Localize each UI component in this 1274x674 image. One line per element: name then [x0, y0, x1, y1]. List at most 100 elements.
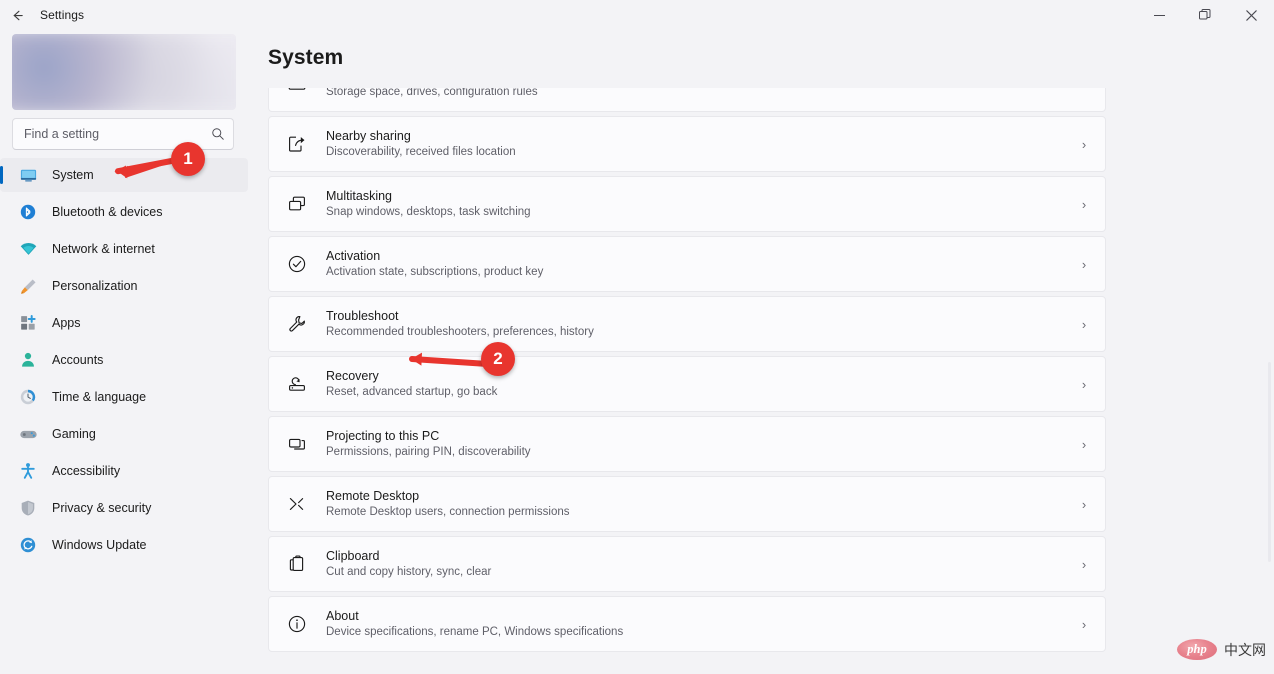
- check-circle-icon: [285, 252, 309, 276]
- settings-row-activation[interactable]: Activation Activation state, subscriptio…: [268, 236, 1106, 292]
- settings-row-text: Troubleshoot Recommended troubleshooters…: [326, 308, 1077, 340]
- sidebar-item-label: Accessibility: [52, 464, 121, 478]
- chevron-right-icon: ›: [1081, 616, 1087, 632]
- sidebar-item-label: Bluetooth & devices: [52, 205, 163, 219]
- settings-row-sub: Recommended troubleshooters, preferences…: [326, 326, 594, 338]
- chevron-right-icon: ›: [1081, 136, 1087, 152]
- monitor-icon: [17, 164, 39, 186]
- settings-row-title: Multitasking: [326, 189, 392, 203]
- main-content: Storage Storage space, drives, configura…: [248, 30, 1274, 674]
- sidebar-item-system[interactable]: System: [0, 158, 248, 192]
- settings-row-text: Multitasking Snap windows, desktops, tas…: [326, 188, 1077, 220]
- settings-row-sub: Snap windows, desktops, task switching: [326, 206, 531, 218]
- settings-row-title: About: [326, 609, 359, 623]
- settings-row-sub: Remote Desktop users, connection permiss…: [326, 506, 570, 518]
- sidebar-item-label: Privacy & security: [52, 501, 152, 515]
- settings-row-sub: Device specifications, rename PC, Window…: [326, 626, 624, 638]
- settings-row-clipboard[interactable]: Clipboard Cut and copy history, sync, cl…: [268, 536, 1106, 592]
- chevron-right-icon: ›: [1081, 496, 1087, 512]
- settings-row-text: Projecting to this PC Permissions, pairi…: [326, 428, 1077, 460]
- chevron-right-icon: ›: [1081, 376, 1087, 392]
- header-mask: [248, 30, 1274, 88]
- sidebar-item-label: Network & internet: [52, 242, 155, 256]
- settings-row-title: Nearby sharing: [326, 129, 411, 143]
- settings-row-title: Projecting to this PC: [326, 429, 440, 443]
- settings-row-title: Troubleshoot: [326, 309, 399, 323]
- settings-row-projecting-to-this-pc[interactable]: Projecting to this PC Permissions, pairi…: [268, 416, 1106, 472]
- titlebar-title: Settings: [40, 8, 85, 22]
- sidebar-item-label: Gaming: [52, 427, 96, 441]
- php-logo: php: [1177, 639, 1217, 660]
- sidebar-item-accounts[interactable]: Accounts: [0, 343, 248, 377]
- sidebar-item-label: Apps: [52, 316, 81, 330]
- update-refresh-icon: [17, 534, 39, 556]
- window-controls: [1136, 0, 1274, 30]
- settings-window: Settings Find a setting System Bluetooth…: [0, 0, 1274, 674]
- restore-button[interactable]: [1182, 0, 1228, 30]
- sidebar-item-gaming[interactable]: Gaming: [0, 417, 248, 451]
- project-screen-icon: [285, 432, 309, 456]
- sidebar-item-time-language[interactable]: Time & language: [0, 380, 248, 414]
- sidebar-item-network-internet[interactable]: Network & internet: [0, 232, 248, 266]
- sidebar-item-label: Accounts: [52, 353, 104, 367]
- scrollbar[interactable]: [1268, 92, 1271, 652]
- settings-row-sub: Cut and copy history, sync, clear: [326, 566, 492, 578]
- settings-row-sub: Permissions, pairing PIN, discoverabilit…: [326, 446, 531, 458]
- sidebar-item-label: Time & language: [52, 390, 147, 404]
- shield-icon: [17, 497, 39, 519]
- close-button[interactable]: [1228, 0, 1274, 30]
- settings-row-recovery[interactable]: Recovery Reset, advanced startup, go bac…: [268, 356, 1106, 412]
- settings-row-text: About Device specifications, rename PC, …: [326, 608, 1077, 640]
- chevron-right-icon: ›: [1081, 556, 1087, 572]
- sidebar-item-apps[interactable]: Apps: [0, 306, 248, 340]
- settings-row-text: Remote Desktop Remote Desktop users, con…: [326, 488, 1077, 520]
- chevron-right-icon: ›: [1081, 256, 1087, 272]
- settings-row-remote-desktop[interactable]: Remote Desktop Remote Desktop users, con…: [268, 476, 1106, 532]
- sidebar-item-personalization[interactable]: Personalization: [0, 269, 248, 303]
- sidebar-item-windows-update[interactable]: Windows Update: [0, 528, 248, 562]
- settings-row-text: Nearby sharing Discoverability, received…: [326, 128, 1077, 160]
- sidebar-item-bluetooth-devices[interactable]: Bluetooth & devices: [0, 195, 248, 229]
- chevron-right-icon: ›: [1081, 436, 1087, 452]
- search-input[interactable]: [24, 127, 211, 141]
- settings-row-title: Remote Desktop: [326, 489, 420, 503]
- search-icon: [211, 127, 225, 141]
- search-container: [12, 118, 234, 150]
- apps-grid-icon: [17, 312, 39, 334]
- settings-row-troubleshoot[interactable]: Troubleshoot Recommended troubleshooters…: [268, 296, 1106, 352]
- paintbrush-icon: [17, 275, 39, 297]
- info-circle-icon: [285, 612, 309, 636]
- chevron-right-icon: ›: [1081, 196, 1087, 212]
- chevron-right-icon: ›: [1081, 316, 1087, 332]
- settings-row-text: Activation Activation state, subscriptio…: [326, 248, 1077, 280]
- gamepad-icon: [17, 423, 39, 445]
- annotation-badge-2: 2: [481, 342, 515, 376]
- remote-desktop-icon: [285, 492, 309, 516]
- settings-row-nearby-sharing[interactable]: Nearby sharing Discoverability, received…: [268, 116, 1106, 172]
- minimize-button[interactable]: [1136, 0, 1182, 30]
- settings-row-sub: Discoverability, received files location: [326, 146, 516, 158]
- sidebar-item-label: Windows Update: [52, 538, 147, 552]
- scrollbar-thumb[interactable]: [1268, 362, 1271, 562]
- settings-row-multitasking[interactable]: Multitasking Snap windows, desktops, tas…: [268, 176, 1106, 232]
- titlebar: Settings: [0, 0, 1274, 30]
- share-export-icon: [285, 132, 309, 156]
- user-profile-card[interactable]: [12, 34, 236, 110]
- back-button[interactable]: [0, 0, 34, 30]
- bluetooth-icon: [17, 201, 39, 223]
- search-box[interactable]: [12, 118, 234, 150]
- watermark-site-text: 中文网: [1224, 641, 1266, 658]
- settings-row-title: Clipboard: [326, 549, 380, 563]
- settings-row-text: Recovery Reset, advanced startup, go bac…: [326, 368, 1077, 400]
- watermark: php 中文网: [1177, 639, 1266, 660]
- settings-row-sub: Reset, advanced startup, go back: [326, 386, 498, 398]
- sidebar-item-label: System: [52, 168, 94, 182]
- recovery-drive-icon: [285, 372, 309, 396]
- settings-row-title: Activation: [326, 249, 381, 263]
- settings-row-title: Recovery: [326, 369, 379, 383]
- clipboard-icon: [285, 552, 309, 576]
- settings-row-text: Clipboard Cut and copy history, sync, cl…: [326, 548, 1077, 580]
- settings-row-about[interactable]: About Device specifications, rename PC, …: [268, 596, 1106, 652]
- sidebar-item-privacy-security[interactable]: Privacy & security: [0, 491, 248, 525]
- sidebar-item-accessibility[interactable]: Accessibility: [0, 454, 248, 488]
